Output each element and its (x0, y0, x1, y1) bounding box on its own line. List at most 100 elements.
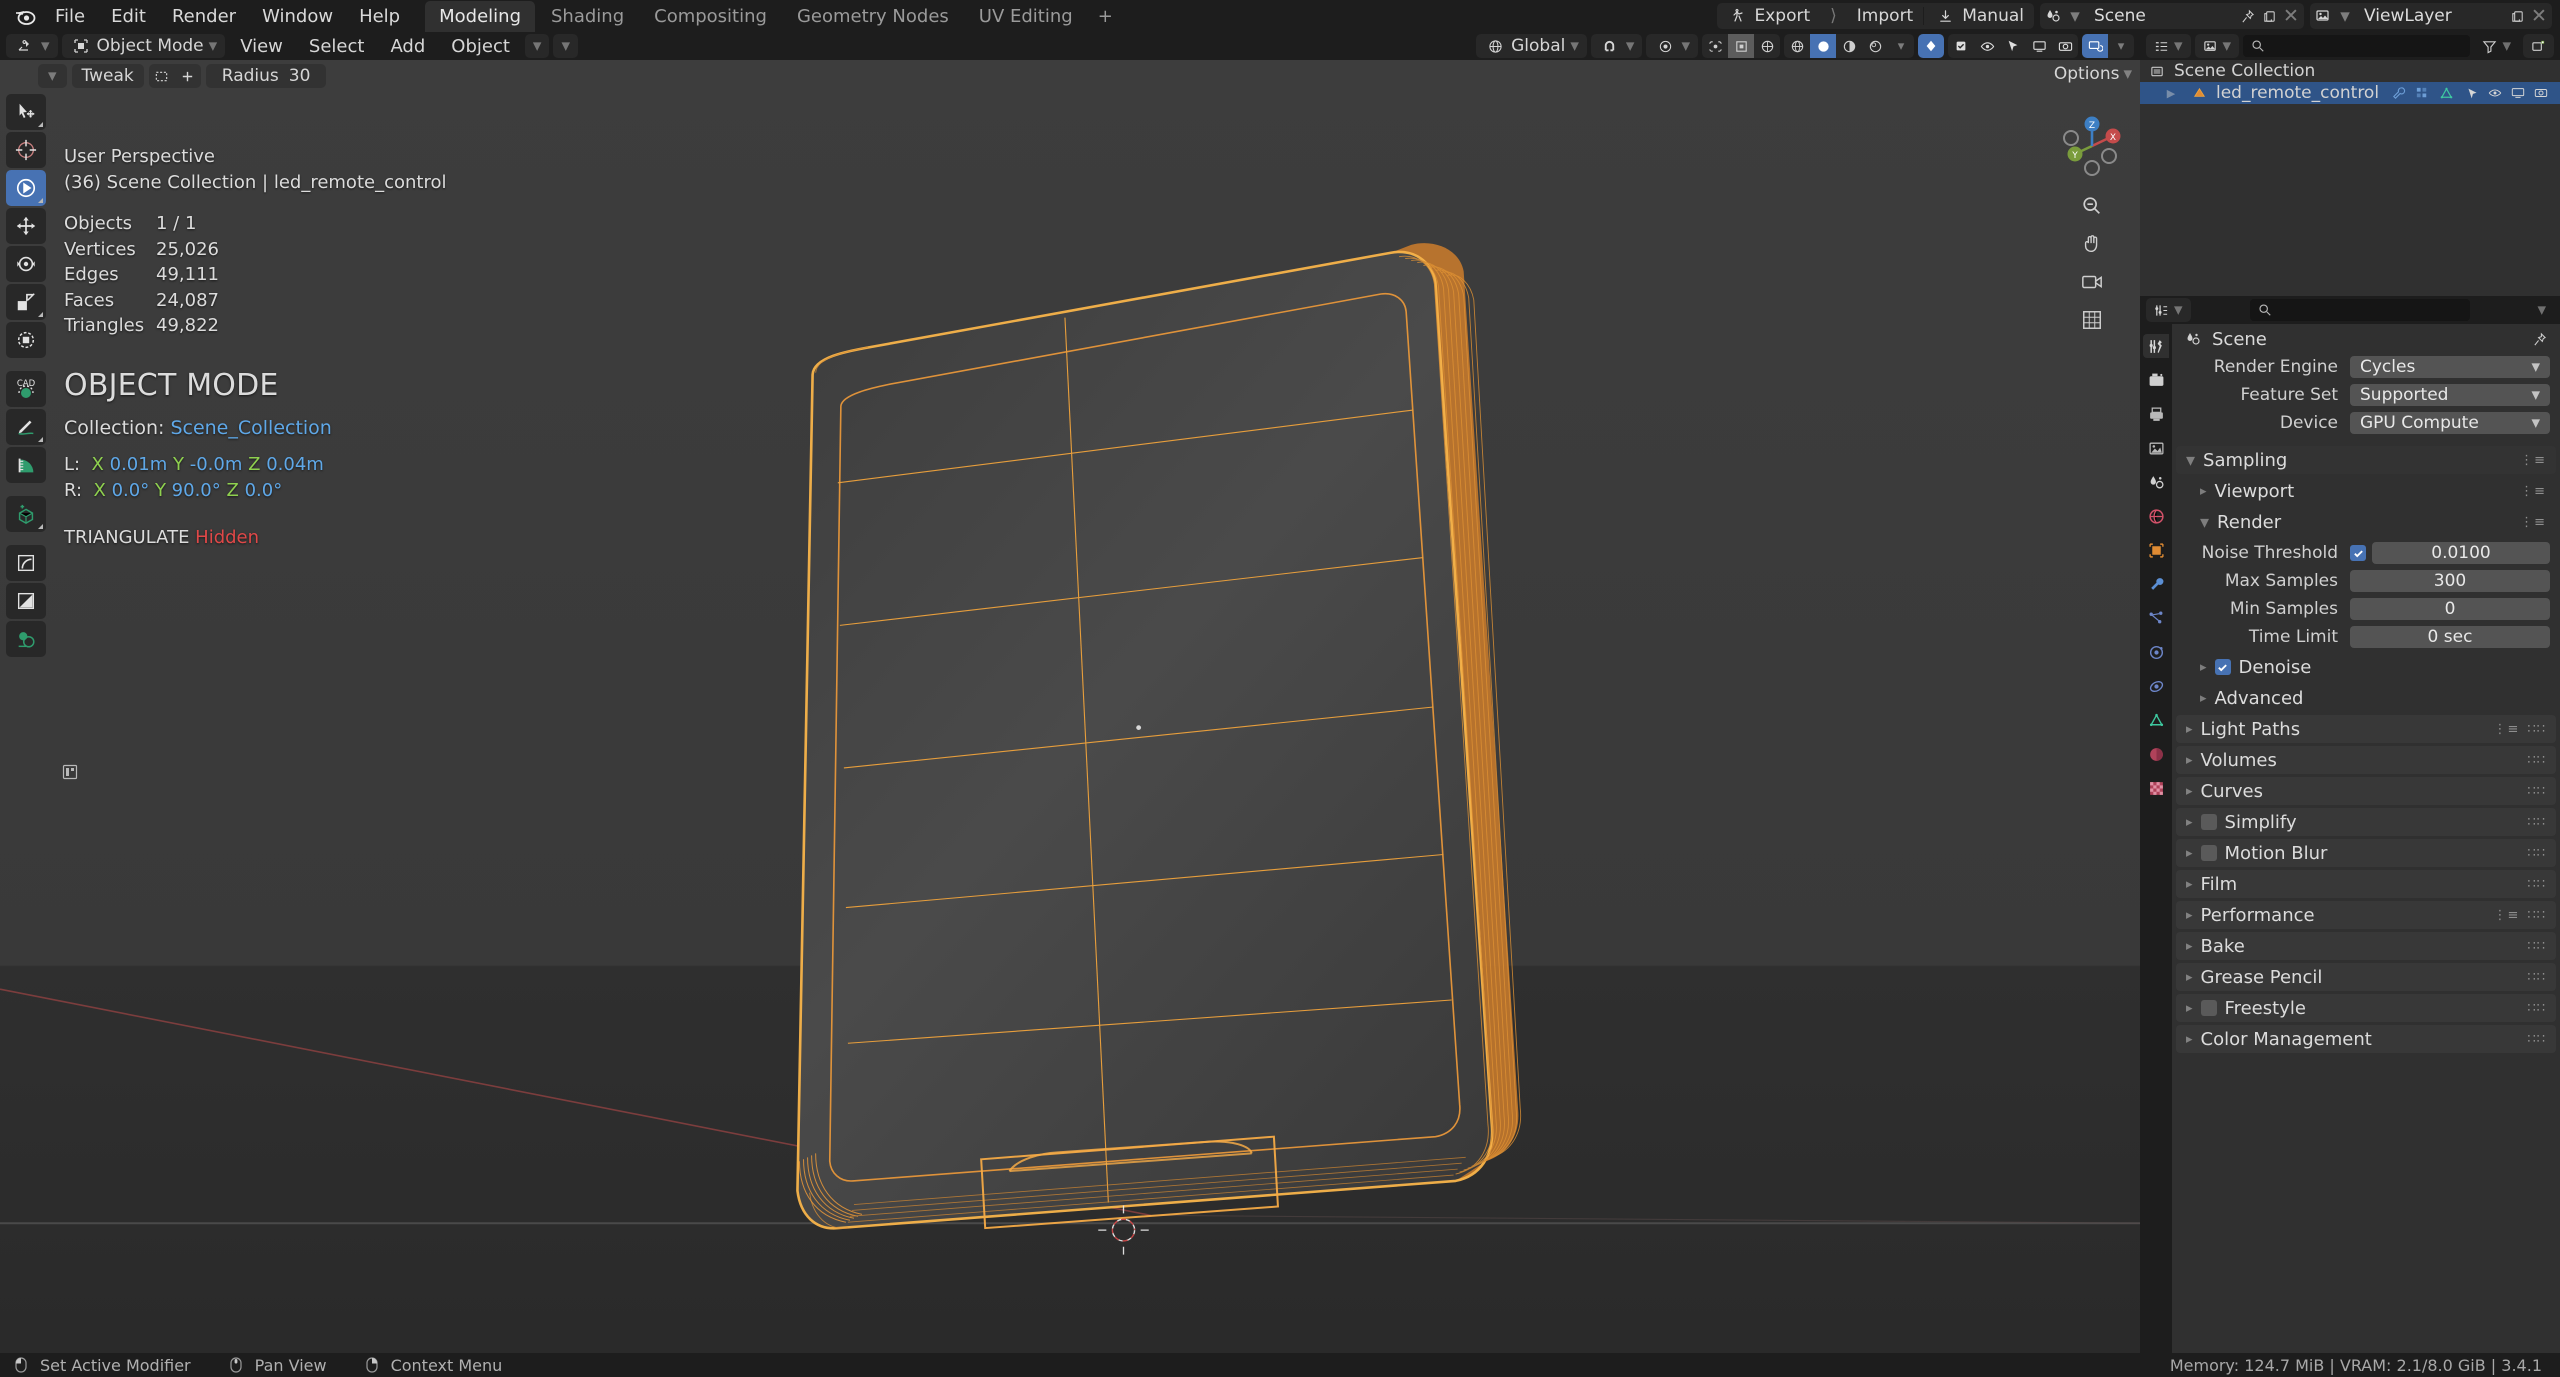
properties-tab-world[interactable] (2143, 504, 2169, 528)
mesh-data-icon[interactable] (2439, 86, 2454, 101)
restrict-view-button[interactable] (1974, 34, 2000, 58)
render-engine-dropdown[interactable]: Cycles ▾ (2350, 356, 2550, 378)
properties-tab-particles[interactable] (2143, 606, 2169, 630)
hide-in-viewport-icon[interactable] (2488, 86, 2502, 100)
extra-dropdown-2[interactable]: ▾ (553, 34, 579, 58)
export-button[interactable]: Export (1717, 3, 1821, 29)
panel-curves[interactable]: ▸ Curves ∷∷ (2176, 777, 2556, 805)
outliner-display-mode-selector[interactable]: ▾ (2194, 34, 2240, 58)
properties-editor-type-selector[interactable]: ▾ (2146, 298, 2191, 322)
rendered-shading-button[interactable] (1862, 34, 1888, 58)
workspace-tab-compositing[interactable]: Compositing (640, 1, 781, 32)
outliner-filter-button[interactable]: ▾ (2474, 34, 2519, 58)
disable-in-renders-icon[interactable] (2534, 86, 2548, 100)
panel-sampling[interactable]: ▾ Sampling ⋮≡ (2176, 446, 2556, 474)
workspace-tab-modeling[interactable]: Modeling (425, 0, 535, 32)
disable-in-viewports-icon[interactable] (2511, 86, 2525, 100)
noise-threshold-checkbox[interactable] (2350, 545, 2366, 561)
tool-annotate[interactable] (6, 409, 46, 445)
feature-set-dropdown[interactable]: Supported ▾ (2350, 384, 2550, 406)
shading-dropdown[interactable]: ▾ (1888, 34, 1914, 58)
pan-hand-icon[interactable] (2078, 230, 2106, 258)
tool-settings-dropdown[interactable]: ▾ (38, 64, 67, 88)
panel-freestyle[interactable]: ▸ Freestyle ∷∷ (2176, 994, 2556, 1022)
device-dropdown[interactable]: GPU Compute ▾ (2350, 412, 2550, 434)
camera-view-icon[interactable] (2078, 268, 2106, 296)
pin-icon[interactable] (2236, 5, 2258, 27)
max-samples-field[interactable]: 300 (2350, 570, 2550, 592)
modifier-icon[interactable] (2391, 86, 2406, 101)
import-button[interactable]: Import (1847, 3, 1923, 29)
manual-button[interactable]: Manual (1924, 3, 2034, 29)
menu-edit[interactable]: Edit (98, 3, 159, 30)
properties-tab-data[interactable] (2143, 708, 2169, 732)
workspace-tab-add[interactable]: + (1089, 1, 1122, 32)
radius-field[interactable]: Radius 30 (205, 64, 327, 88)
viewport-menu-select[interactable]: Select (298, 36, 376, 57)
new-scene-icon[interactable] (2258, 5, 2280, 27)
drag-handle-icon[interactable]: ∷∷ (2527, 908, 2546, 923)
preset-menu-icon[interactable]: ⋮≡ (2520, 453, 2546, 468)
denoise-checkbox[interactable] (2214, 659, 2231, 675)
viewport-menu-view[interactable]: View (229, 36, 294, 57)
properties-tab-view-layer[interactable] (2143, 436, 2169, 460)
properties-tab-constraints[interactable] (2143, 674, 2169, 698)
workspace-tab-geometry-nodes[interactable]: Geometry Nodes (783, 1, 963, 32)
viewport-options-dropdown[interactable]: Options ▾ (2054, 64, 2132, 84)
tool-tweak[interactable] (6, 94, 46, 130)
ortho-perspective-icon[interactable] (2078, 306, 2106, 334)
tool-add-cube[interactable] (6, 496, 46, 532)
xray-toggle-button[interactable] (1918, 34, 1944, 58)
preset-menu-icon[interactable]: ⋮≡ (2494, 722, 2520, 737)
shading-extras-dropdown[interactable]: ▾ (2108, 34, 2134, 58)
tool-measure[interactable] (6, 447, 46, 483)
outliner-editor-type-selector[interactable]: ▾ (2146, 34, 2191, 58)
drag-handle-icon[interactable]: ∷∷ (2527, 815, 2546, 830)
workspace-tab-shading[interactable]: Shading (537, 1, 638, 32)
viewport-canvas[interactable]: ▾ Tweak Radius 30 Options ▾ CAD User Per… (0, 60, 2140, 1353)
close-icon[interactable]: ✕ (2280, 5, 2302, 27)
properties-tab-texture[interactable] (2143, 776, 2169, 800)
panel-advanced[interactable]: ▸ Advanced (2190, 684, 2556, 712)
properties-tab-render[interactable] (2143, 368, 2169, 392)
viewport-menu-object[interactable]: Object (440, 36, 521, 57)
restrict-render-viewport-button[interactable] (2026, 34, 2052, 58)
simplify-checkbox[interactable] (2200, 814, 2217, 830)
interaction-mode-selector[interactable]: Object Mode ▾ (61, 34, 226, 58)
panel-bake[interactable]: ▸ Bake ∷∷ (2176, 932, 2556, 960)
drag-handle-icon[interactable]: ∷∷ (2527, 784, 2546, 799)
modifier-badge-icon[interactable] (58, 760, 82, 784)
outliner-search-input[interactable] (2243, 35, 2471, 57)
outliner-row-object[interactable]: ▶ led_remote_control (2140, 82, 2560, 104)
drag-handle-icon[interactable]: ∷∷ (2527, 846, 2546, 861)
freestyle-checkbox[interactable] (2200, 1000, 2217, 1016)
properties-tab-object[interactable] (2143, 538, 2169, 562)
solid-shading-button[interactable] (1810, 34, 1836, 58)
axis-gizmo[interactable]: X Z Y (2056, 110, 2128, 182)
tool-rotate[interactable] (6, 246, 46, 282)
close-icon[interactable]: ✕ (2528, 5, 2550, 27)
restrict-cursor-button[interactable] (2000, 34, 2026, 58)
tool-shear[interactable] (6, 583, 46, 619)
new-collection-button[interactable] (2523, 34, 2554, 58)
scene-name-field[interactable]: Scene (2086, 3, 2236, 29)
select-box-icon[interactable] (149, 64, 175, 88)
properties-tab-modifier[interactable] (2143, 572, 2169, 596)
tool-transform[interactable] (6, 322, 46, 358)
drag-handle-icon[interactable]: ∷∷ (2527, 753, 2546, 768)
object-types-visibility-button[interactable] (1702, 34, 1728, 58)
preset-menu-icon[interactable]: ⋮≡ (2494, 908, 2520, 923)
panel-denoise[interactable]: ▸ Denoise (2190, 653, 2556, 681)
menu-window[interactable]: Window (249, 3, 346, 30)
noise-threshold-field[interactable]: 0.0100 (2372, 542, 2550, 564)
restrict-render-button[interactable] (2052, 34, 2078, 58)
gizmo-toggle-button[interactable] (1728, 34, 1754, 58)
panel-performance[interactable]: ▸ Performance ⋮≡ ∷∷ (2176, 901, 2556, 929)
properties-options-dropdown[interactable]: ▾ (2529, 298, 2554, 322)
select-extend-icon[interactable] (175, 64, 201, 88)
disclosure-triangle-icon[interactable]: ▶ (2160, 82, 2182, 104)
editor-type-selector[interactable]: ▾ (6, 34, 58, 58)
new-viewlayer-icon[interactable] (2506, 5, 2528, 27)
panel-grease-pencil[interactable]: ▸ Grease Pencil ∷∷ (2176, 963, 2556, 991)
restrict-select-icon[interactable] (2466, 87, 2479, 100)
